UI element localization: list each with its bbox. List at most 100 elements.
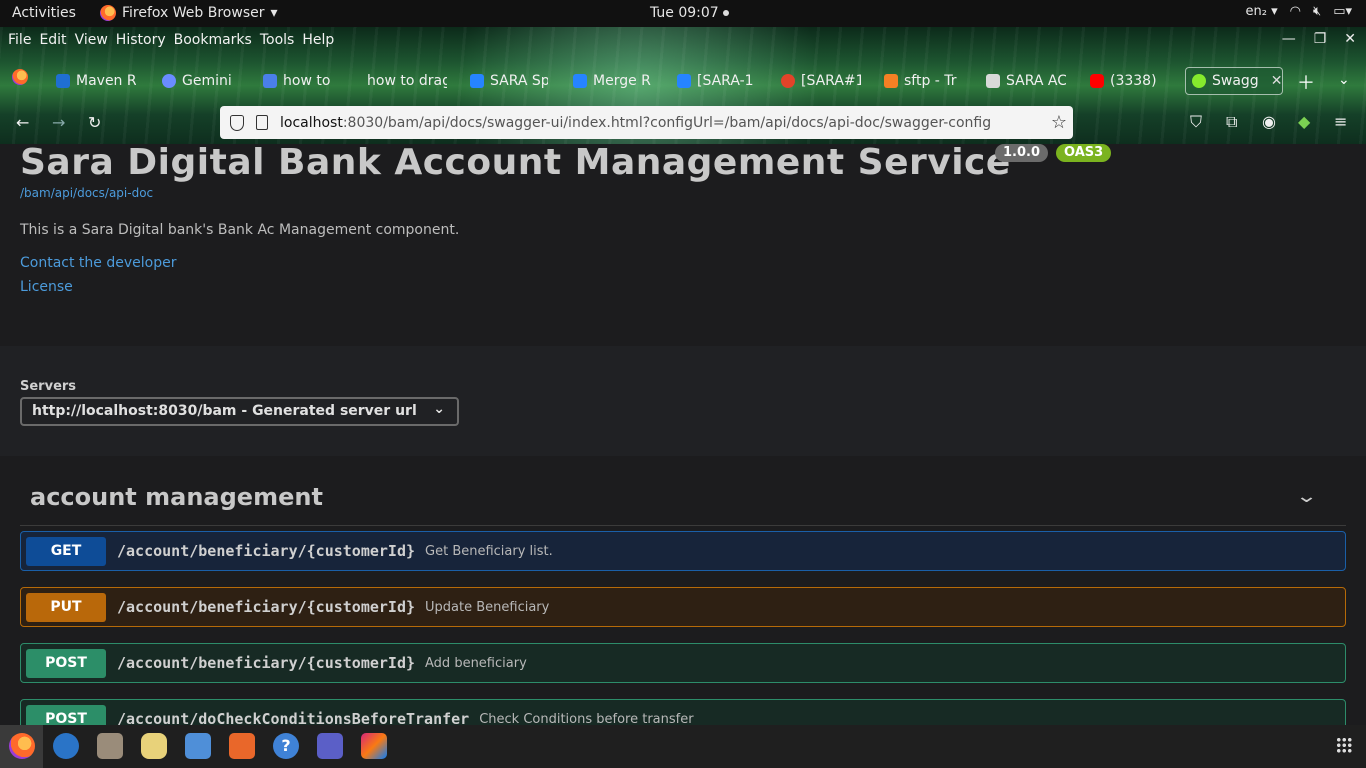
volume-icon: 🔇︎ [1312,4,1322,19]
operation-summary: Add beneficiary [425,655,527,671]
show-apps-grid-icon[interactable] [1336,737,1352,753]
chevron-down-icon: ▾ [270,5,278,21]
tab-label: SARA AC [1006,73,1066,89]
tab-favicon [347,74,361,88]
server-select[interactable]: http://localhost:8030/bam - Generated se… [20,397,459,426]
system-tray[interactable]: en₂ ▾ ◠ 🔇︎ ▭▾ [1246,4,1352,19]
chevron-down-icon: ⌄ [433,401,445,417]
tab-label: SARA Sp [490,73,548,89]
operation-path: /account/beneficiary/{customerId} [117,598,416,616]
tab-bar: Maven R Gemini how to d how to drag SARA… [0,63,1366,99]
tab-maven[interactable]: Maven R [56,67,136,95]
operation-summary: Update Beneficiary [425,599,550,615]
operation-row[interactable]: POST /account/beneficiary/{customerId} A… [20,643,1346,683]
operation-path: /account/doCheckConditionsBeforeTranfer [117,710,470,725]
tab-label: [SARA#1 [801,73,861,89]
method-badge: POST [26,648,106,678]
swagger-page: Sara Digital Bank Account Management Ser… [0,144,1366,725]
tab-swagger-active[interactable]: Swagg ✕ [1185,67,1283,95]
bookmark-star-icon[interactable]: ☆ [1051,112,1067,133]
api-description: This is a Sara Digital bank's Bank Ac Ma… [20,222,460,238]
menu-tools[interactable]: Tools [258,27,297,55]
jira-icon [677,74,691,88]
tab-label: how to drag [367,73,447,89]
reload-icon[interactable]: ↻ [88,113,101,132]
addon-icon[interactable]: ◆ [1298,112,1310,131]
oas-badge: OAS3 [1056,144,1112,162]
operation-path: /account/beneficiary/{customerId} [117,542,416,560]
activities-button[interactable]: Activities [12,5,76,21]
tab-label: [SARA-1 [697,73,754,89]
tab-sara-sprint[interactable]: SARA Sp [470,67,548,95]
tab-merge-request[interactable]: Merge R [573,67,653,95]
operation-row[interactable]: POST /account/doCheckConditionsBeforeTra… [20,699,1346,725]
youtube-icon [1090,74,1104,88]
clock[interactable]: Tue 09:07 [650,5,729,21]
url-text[interactable]: localhost:8030/bam/api/docs/swagger-ui/i… [280,115,991,131]
tab-google-doc[interactable]: how to d [263,67,335,95]
menu-view[interactable]: View [73,27,110,55]
tab-close-icon[interactable]: ✕ [1271,73,1282,89]
pocket-icon[interactable]: ⛉ [1190,112,1202,132]
gemini-icon [162,74,176,88]
url-bar[interactable]: localhost:8030/bam/api/docs/swagger-ui/i… [220,106,1073,139]
restore-icon[interactable]: ❐ [1314,31,1327,47]
writer-dock-icon[interactable] [185,733,211,759]
method-badge: POST [26,704,106,725]
tab-label: Swagg [1212,73,1259,89]
menu-history[interactable]: History [114,27,168,55]
back-icon[interactable]: ← [16,113,29,132]
site-info-icon[interactable] [256,115,268,130]
navigation-bar: ← → ↻ localhost:8030/bam/api/docs/swagge… [0,106,1366,142]
menu-help[interactable]: Help [300,27,336,55]
teams-dock-icon[interactable] [317,733,343,759]
firefox-dock-icon[interactable] [9,733,35,759]
stackoverflow-icon [884,74,898,88]
system-top-bar: Activities Firefox Web Browser ▾ Tue 09:… [0,0,1366,27]
files-dock-icon[interactable] [97,733,123,759]
tab-gitlab[interactable]: [SARA#1 [781,67,861,95]
tab-sara-issue[interactable]: [SARA-1 [677,67,755,95]
license-link[interactable]: License [20,279,73,295]
firefox-view-icon[interactable] [12,69,28,90]
extensions-icon[interactable]: ⧉ [1226,112,1237,132]
api-doc-link[interactable]: /bam/api/docs/api-doc [20,186,153,200]
menu-bookmarks[interactable]: Bookmarks [172,27,254,55]
minimize-icon[interactable]: — [1282,31,1296,47]
vpn-dock-icon[interactable] [141,733,167,759]
server-select-value: http://localhost:8030/bam - Generated se… [32,403,417,419]
tab-label: sftp - Tr [904,73,957,89]
app-menu[interactable]: Firefox Web Browser ▾ [100,5,278,21]
hamburger-menu-icon[interactable]: ≡ [1334,112,1347,131]
list-all-tabs-icon[interactable]: ⌄ [1338,72,1350,88]
input-language[interactable]: en₂ ▾ [1246,4,1278,19]
tab-how-to-drag[interactable]: how to drag [347,67,447,95]
tab-gemini[interactable]: Gemini [162,67,232,95]
url-path: :8030/bam/api/docs/swagger-ui/index.html… [342,114,992,131]
new-tab-icon[interactable]: ＋ [1297,69,1315,95]
tab-label: Merge R [593,73,651,89]
operation-row[interactable]: PUT /account/beneficiary/{customerId} Up… [20,587,1346,627]
menu-bar: File Edit View History Bookmarks Tools H… [0,27,1366,55]
help-dock-icon[interactable]: ? [273,733,299,759]
tag-title[interactable]: account management [30,483,323,511]
close-icon[interactable]: ✕ [1344,31,1356,47]
wifi-icon: ◠ [1289,4,1301,19]
intellij-dock-icon[interactable] [361,733,387,759]
thunderbird-dock-icon[interactable] [53,733,79,759]
tracking-protection-icon[interactable] [230,114,244,131]
account-icon[interactable]: ◉ [1262,112,1276,131]
version-badge: 1.0.0 [995,144,1049,162]
forward-icon[interactable]: → [52,113,65,132]
tab-sara-ac[interactable]: SARA AC [986,67,1066,95]
software-dock-icon[interactable] [229,733,255,759]
menu-edit[interactable]: Edit [37,27,68,55]
collapse-chevron-icon[interactable]: ⌄ [1295,486,1318,507]
browser-chrome: File Edit View History Bookmarks Tools H… [0,27,1366,144]
servers-panel: Servers http://localhost:8030/bam - Gene… [0,346,1366,456]
operation-row[interactable]: GET /account/beneficiary/{customerId} Ge… [20,531,1346,571]
tab-youtube[interactable]: (3338) [1090,67,1168,95]
contact-link[interactable]: Contact the developer [20,255,176,271]
menu-file[interactable]: File [6,27,33,55]
tab-stackoverflow[interactable]: sftp - Tr [884,67,964,95]
